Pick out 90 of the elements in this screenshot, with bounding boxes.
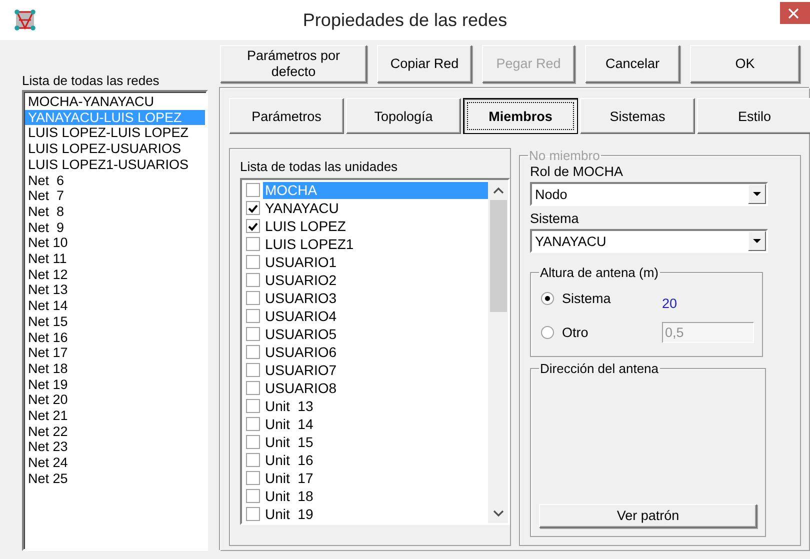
checkbox[interactable]	[246, 183, 260, 197]
network-item[interactable]: Net 9	[25, 220, 205, 236]
checkbox[interactable]	[246, 417, 260, 431]
network-item[interactable]: Net 25	[25, 470, 205, 487]
checkbox[interactable]	[246, 453, 260, 467]
tab[interactable]: Parámetros	[229, 98, 344, 134]
checkbox[interactable]	[246, 291, 260, 305]
unit-name[interactable]: Unit 17	[263, 470, 316, 486]
scrollbar[interactable]	[488, 180, 508, 523]
checkbox[interactable]	[246, 363, 260, 377]
network-item[interactable]: LUIS LOPEZ-LUIS LOPEZ	[25, 125, 205, 142]
checkbox[interactable]	[246, 381, 260, 395]
checkbox[interactable]	[246, 435, 260, 449]
unit-name[interactable]: USUARIO4	[263, 308, 339, 324]
network-item[interactable]: Net 20	[25, 392, 205, 408]
field-label: Rol de MOCHA	[530, 164, 624, 179]
unit-name[interactable]: Unit 18	[263, 488, 316, 504]
units-list-label: Lista de todas las unidades	[240, 159, 399, 174]
network-item[interactable]: Net 13	[25, 282, 205, 298]
unit-name[interactable]: Unit 16	[263, 452, 316, 468]
radio-label: Sistema	[562, 290, 612, 306]
close-icon	[788, 8, 799, 18]
checkbox[interactable]	[246, 507, 260, 521]
window-title: Propiedades de las redes	[302, 10, 508, 31]
scroll-up-icon[interactable]	[492, 186, 504, 194]
unit-name[interactable]: LUIS LOPEZ	[263, 218, 348, 234]
checkbox[interactable]	[246, 489, 260, 503]
dialog-button[interactable]: Copiar Red	[377, 45, 472, 83]
network-item[interactable]: Net 11	[25, 251, 205, 267]
group-title: No miembro	[528, 148, 601, 163]
network-item[interactable]: Net 7	[25, 188, 205, 204]
group-title: Dirección del antena	[539, 361, 660, 376]
network-item[interactable]: Net 14	[25, 298, 205, 314]
unit-name[interactable]: LUIS LOPEZ1	[263, 236, 356, 252]
network-item[interactable]: Net 16	[25, 330, 205, 346]
dialog-button[interactable]: OK	[690, 45, 800, 83]
checkbox[interactable]	[246, 273, 260, 287]
dropdown-arrow-icon	[753, 192, 761, 196]
network-item[interactable]: Net 21	[25, 408, 205, 424]
unit-name[interactable]: USUARIO7	[263, 362, 339, 378]
unit-name[interactable]: USUARIO8	[263, 380, 339, 396]
field-label: Sistema	[530, 211, 580, 226]
group-title: Altura de antena (m)	[539, 265, 660, 280]
network-item[interactable]: Net 12	[25, 266, 205, 282]
unit-name[interactable]: Unit 15	[263, 434, 316, 450]
unit-name[interactable]: USUARIO1	[263, 254, 339, 270]
network-item[interactable]: Net 17	[25, 345, 205, 361]
unit-name[interactable]: Unit 13	[263, 398, 316, 414]
checkbox[interactable]	[246, 219, 260, 233]
checkbox[interactable]	[246, 399, 260, 413]
unit-name[interactable]: USUARIO6	[263, 344, 339, 360]
unit-name[interactable]: YANAYACU	[263, 200, 341, 216]
unit-name[interactable]: USUARIO5	[263, 326, 339, 342]
network-item[interactable]: LUIS LOPEZ1-USUARIOS	[25, 156, 205, 173]
tab[interactable]: Topología	[346, 98, 461, 134]
network-item[interactable]: MOCHA-YANAYACU	[25, 94, 205, 110]
network-item[interactable]: Net 24	[25, 455, 205, 471]
app-icon	[14, 9, 36, 31]
checkbox[interactable]	[246, 237, 260, 251]
unit-name[interactable]: Unit 14	[263, 416, 316, 432]
dialog-button[interactable]: Parámetros por defecto	[220, 45, 367, 83]
scroll-down-icon[interactable]	[492, 510, 504, 516]
tab[interactable]: Estilo	[697, 98, 810, 134]
network-item[interactable]: LUIS LOPEZ-USUARIOS	[25, 141, 205, 157]
network-item[interactable]: Net 6	[25, 172, 205, 188]
network-item[interactable]: Net 8	[25, 204, 205, 220]
radio-label: Otro	[562, 324, 590, 340]
tab[interactable]: Miembros	[463, 98, 578, 134]
checkbox[interactable]	[246, 345, 260, 359]
height-value: 20	[662, 296, 678, 310]
unit-name[interactable]: USUARIO2	[263, 272, 339, 288]
tab[interactable]: Sistemas	[580, 98, 695, 134]
checkbox[interactable]	[246, 201, 260, 215]
network-list-label: Lista de todas las redes	[22, 73, 160, 88]
scrollbar-thumb[interactable]	[490, 200, 506, 312]
network-item[interactable]: Net 19	[25, 376, 205, 392]
network-item[interactable]: Net 18	[25, 360, 205, 377]
close-button[interactable]	[780, 2, 810, 24]
network-item[interactable]: Net 10	[25, 235, 205, 252]
checkbox[interactable]	[246, 471, 260, 485]
dialog-button[interactable]: Cancelar	[585, 45, 680, 83]
network-item[interactable]: Net 22	[25, 424, 205, 440]
checkbox[interactable]	[246, 309, 260, 323]
network-item[interactable]: Net 15	[25, 314, 205, 330]
dropdown-arrow-icon	[753, 239, 761, 243]
unit-name[interactable]: USUARIO3	[263, 290, 339, 306]
network-item[interactable]: Net 23	[25, 439, 205, 456]
unit-name[interactable]: Unit 19	[263, 506, 316, 522]
checkbox[interactable]	[246, 255, 260, 269]
checkbox[interactable]	[246, 327, 260, 341]
